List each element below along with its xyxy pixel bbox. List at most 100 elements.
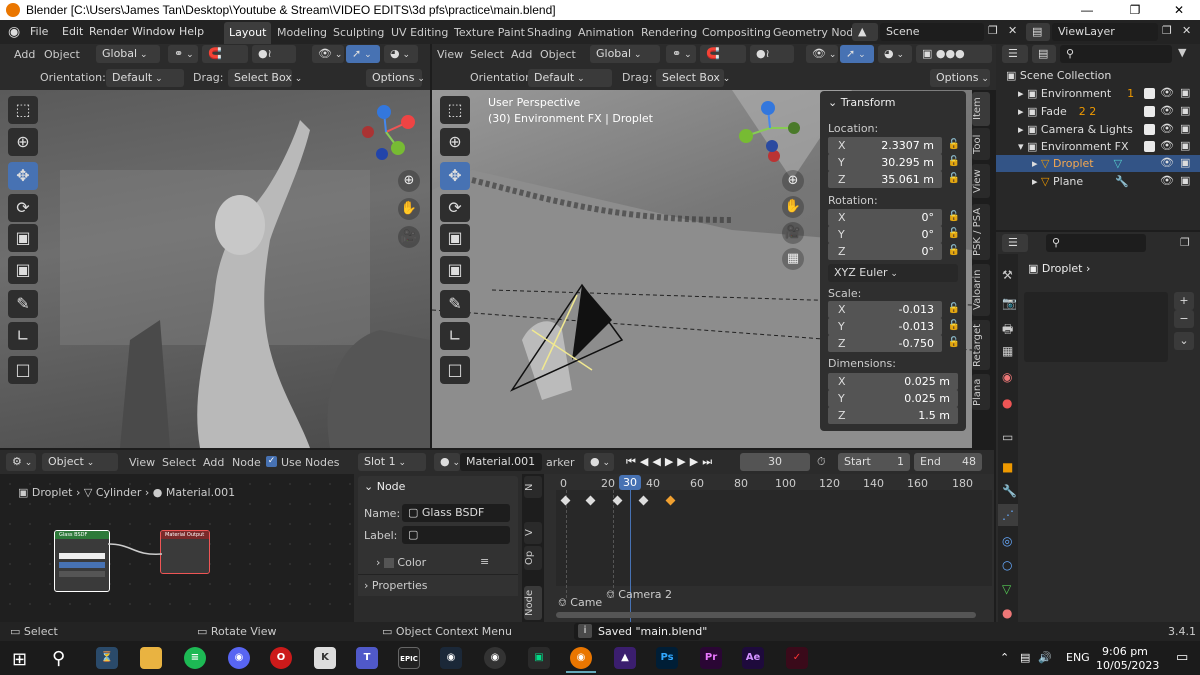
tab-tool[interactable]: Tool bbox=[972, 128, 990, 160]
lock-icon[interactable]: 🔓 bbox=[948, 173, 960, 184]
transform-tool-icon[interactable]: ▣ bbox=[8, 256, 38, 284]
playback-controls[interactable]: ⏮◀◀▶▶▶⏭ bbox=[626, 455, 716, 469]
scale-y-field[interactable]: Y -0.013 bbox=[828, 318, 942, 335]
cursor-tool-icon[interactable]: ⊕ bbox=[8, 128, 38, 156]
grid-view-icon[interactable]: ▦ bbox=[782, 248, 804, 270]
davinci-icon[interactable]: ✓ bbox=[786, 647, 808, 669]
camera-render-icon[interactable]: ▣ bbox=[1180, 86, 1190, 99]
remove-slot-icon[interactable]: − bbox=[1174, 310, 1194, 328]
world-tab-icon[interactable]: ● bbox=[1002, 396, 1012, 410]
outliner-scene-collection[interactable]: ▣ Scene Collection bbox=[996, 67, 1200, 84]
close-icon[interactable]: ✕ bbox=[1156, 0, 1200, 20]
rotate-tool-icon[interactable]: ⟳ bbox=[440, 194, 470, 222]
overlay-icon[interactable]: ◕ bbox=[878, 45, 912, 63]
speaker-icon[interactable]: 🔊 bbox=[1038, 651, 1052, 664]
timeline-scrollbar[interactable] bbox=[556, 612, 976, 618]
blender-taskbar-icon[interactable]: ◉ bbox=[570, 647, 592, 669]
tab-retarget[interactable]: Retarget bbox=[972, 320, 990, 370]
snap-icon[interactable]: 🧲 bbox=[700, 45, 746, 63]
proportional-edit-icon[interactable]: ●≀ bbox=[750, 45, 794, 63]
node-panel-header[interactable]: ⌄ Node bbox=[364, 480, 405, 493]
blender-menu-icon[interactable]: ◉ bbox=[8, 24, 20, 40]
eye-icon[interactable]: 👁 bbox=[1160, 156, 1174, 169]
scale-tool-icon[interactable]: ▣ bbox=[8, 224, 38, 252]
menu-view[interactable]: View bbox=[437, 48, 463, 61]
object-mode-select[interactable]: Object bbox=[42, 453, 118, 471]
new-scene-icon[interactable]: ❐ bbox=[988, 24, 998, 37]
tab-v[interactable]: V bbox=[524, 522, 542, 544]
menu-node[interactable]: Node bbox=[232, 456, 261, 469]
epic-games-icon[interactable]: EPIC bbox=[398, 647, 420, 669]
discord-icon[interactable]: ◉ bbox=[228, 647, 250, 669]
properties-search-input[interactable]: ⚲ bbox=[1046, 234, 1146, 252]
menu-window[interactable]: Window bbox=[132, 25, 175, 38]
constraints-tab-icon[interactable]: ○ bbox=[1002, 558, 1012, 572]
annotate-tool-icon[interactable]: ✎ bbox=[440, 290, 470, 318]
tab-sculpting[interactable]: Sculpting bbox=[328, 22, 389, 44]
menu-help[interactable]: Help bbox=[179, 25, 204, 38]
view-layer-tab-icon[interactable]: ▦ bbox=[1002, 344, 1013, 358]
glass-bsdf-node[interactable]: Glass BSDF bbox=[54, 530, 110, 592]
app-k-icon[interactable]: K bbox=[314, 647, 336, 669]
add-cube-tool-icon[interactable]: □ bbox=[440, 356, 470, 384]
tab-n[interactable]: N bbox=[524, 476, 542, 498]
after-effects-icon[interactable]: Ae bbox=[742, 647, 764, 669]
new-view-layer-icon[interactable]: ❐ bbox=[1162, 24, 1172, 37]
visibility-icon[interactable]: 👁 bbox=[312, 45, 344, 63]
tab-modeling[interactable]: Modeling bbox=[272, 22, 332, 44]
tab-item[interactable]: Item bbox=[972, 92, 990, 126]
delete-view-layer-icon[interactable]: ✕ bbox=[1182, 24, 1191, 37]
tab-plana[interactable]: Plana bbox=[972, 374, 990, 410]
spotify-icon[interactable]: ≡ bbox=[184, 647, 206, 669]
rotation-mode-select[interactable]: XYZ Euler bbox=[828, 264, 958, 282]
camera-render-icon[interactable]: ▣ bbox=[1180, 104, 1190, 117]
exclude-checkbox[interactable] bbox=[1144, 124, 1155, 135]
exclude-checkbox[interactable] bbox=[1144, 88, 1155, 99]
node-name-field[interactable]: ▢ Glass BSDF bbox=[402, 504, 510, 522]
dimensions-z-field[interactable]: Z 1.5 m bbox=[828, 407, 958, 424]
eye-icon[interactable]: 👁 bbox=[1160, 174, 1174, 187]
menu-object[interactable]: Object bbox=[540, 48, 576, 61]
delete-scene-icon[interactable]: ✕ bbox=[1008, 24, 1017, 37]
scene-tab-icon[interactable]: ◉ bbox=[1002, 370, 1012, 384]
opera-icon[interactable]: O bbox=[270, 647, 292, 669]
zoom-icon[interactable]: ⊕ bbox=[398, 170, 420, 192]
material-output-node[interactable]: Material Output bbox=[160, 530, 210, 574]
clock-date[interactable]: 10/05/2023 bbox=[1096, 659, 1159, 672]
search-icon[interactable]: ⚲ bbox=[52, 648, 65, 669]
scale-tool-icon[interactable]: ▣ bbox=[440, 224, 470, 252]
camera-view-icon[interactable]: 🎥 bbox=[782, 222, 804, 244]
properties-section-header[interactable]: › Properties bbox=[364, 579, 428, 592]
overlay-icon[interactable]: ◕ bbox=[384, 45, 418, 63]
tab-valoarin[interactable]: Valoarin bbox=[972, 264, 990, 316]
select-box-tool-icon[interactable]: ⬚ bbox=[440, 96, 470, 124]
color-section[interactable]: › Color bbox=[376, 556, 426, 569]
teams-icon[interactable]: T bbox=[356, 647, 378, 669]
orientation-select[interactable]: Default bbox=[106, 69, 184, 87]
store-app-icon[interactable]: ▣ bbox=[528, 647, 550, 669]
properties-editor-type-icon[interactable]: ☰ bbox=[1002, 234, 1028, 252]
color-checkbox[interactable] bbox=[383, 558, 394, 568]
add-slot-icon[interactable]: + bbox=[1174, 292, 1194, 310]
minimize-icon[interactable]: — bbox=[1064, 0, 1110, 20]
pan-hand-icon[interactable]: ✋ bbox=[782, 196, 804, 218]
eye-icon[interactable]: 👁 bbox=[1160, 104, 1174, 117]
menu-select[interactable]: Select bbox=[162, 456, 196, 469]
annotate-tool-icon[interactable]: ✎ bbox=[8, 290, 38, 318]
marker-label[interactable]: ⎊ Camera 2 bbox=[606, 588, 672, 602]
speedometer-app-icon[interactable]: ⏳ bbox=[96, 647, 118, 669]
slot-menu-icon[interactable]: ⌄ bbox=[1174, 332, 1194, 350]
lock-icon[interactable]: 🔓 bbox=[948, 156, 960, 167]
tab-op[interactable]: Op bbox=[524, 546, 542, 570]
lock-icon[interactable]: 🔓 bbox=[948, 337, 960, 348]
select-box-tool-icon[interactable]: ⬚ bbox=[8, 96, 38, 124]
tab-compositing[interactable]: Compositing bbox=[697, 22, 776, 44]
color-swatch[interactable] bbox=[59, 553, 105, 559]
tab-uv-editing[interactable]: UV Editing bbox=[386, 22, 453, 44]
menu-view[interactable]: View bbox=[129, 456, 155, 469]
menu-add[interactable]: Add bbox=[511, 48, 532, 61]
slot-select[interactable]: Slot 1 bbox=[358, 453, 426, 471]
camera-render-icon[interactable]: ▣ bbox=[1180, 174, 1190, 187]
data-tab-icon[interactable]: ▽ bbox=[1002, 582, 1011, 596]
menu-add[interactable]: Add bbox=[14, 48, 35, 61]
